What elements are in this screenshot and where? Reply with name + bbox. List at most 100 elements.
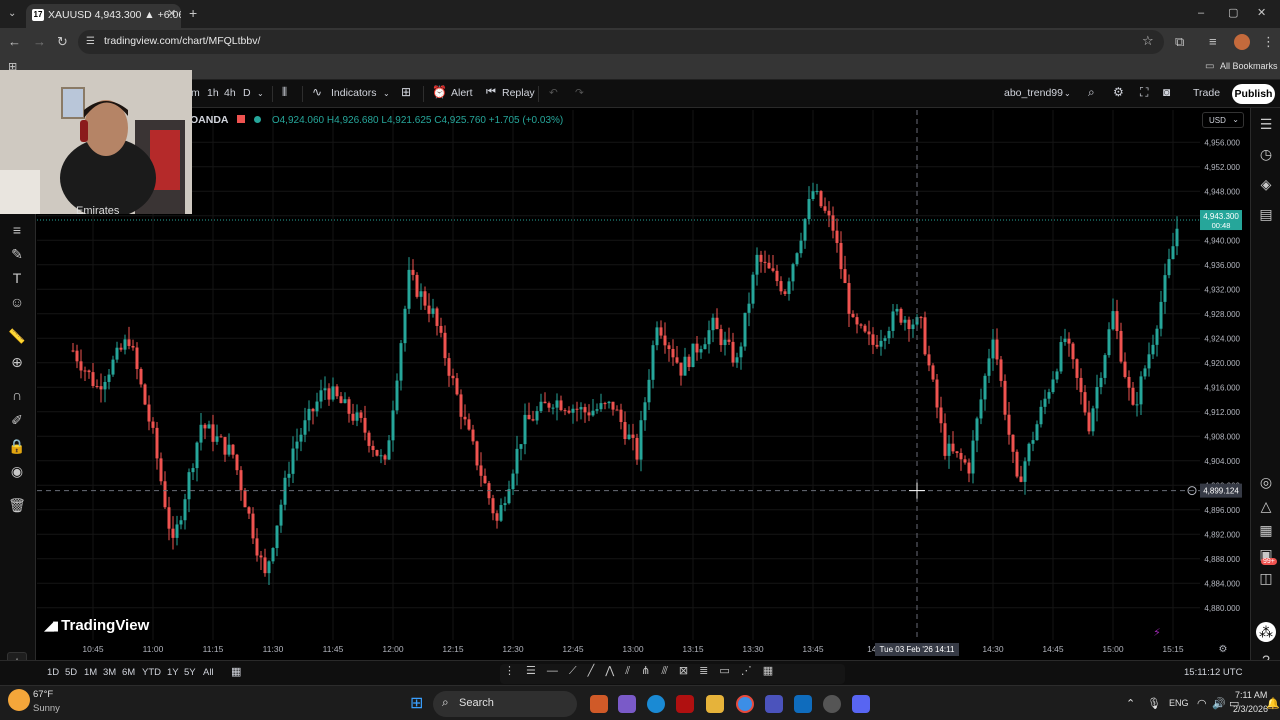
address-bar[interactable]: ☰ tradingview.com/chart/MFQLtbbv/ ☆	[78, 30, 1164, 54]
alerts-clock-icon[interactable]: ◷	[1256, 144, 1276, 164]
path-icon[interactable]: ⋰	[741, 665, 763, 677]
indicators-icon[interactable]: ∿	[312, 85, 322, 99]
news-icon[interactable]: ▦	[1256, 520, 1276, 540]
magnet-icon[interactable]: ∩	[7, 385, 27, 405]
trendline-icon[interactable]: ╱	[588, 665, 606, 677]
settings-gear-icon[interactable]: ⚙	[1113, 85, 1124, 99]
zoom-in-icon[interactable]: ⊕	[7, 352, 27, 372]
clock-date[interactable]: 2/3/2026	[1233, 704, 1268, 714]
currency-selector[interactable]: USD ⌄	[1202, 112, 1244, 128]
reload-icon[interactable]: ↻	[57, 35, 68, 49]
profile-avatar[interactable]	[1234, 34, 1250, 50]
target-icon[interactable]: ◎	[1256, 472, 1276, 492]
app-copilot-icon[interactable]	[618, 695, 636, 713]
fib-retracement-icon[interactable]: ≣	[699, 665, 719, 677]
layout-name[interactable]: abo_trend99	[1004, 87, 1063, 99]
stay-drawing-icon[interactable]: ✐	[7, 410, 27, 430]
pitchfork-icon[interactable]: ⋔	[641, 665, 661, 677]
fib-fan-icon[interactable]: ⟋	[569, 665, 588, 677]
utc-clock[interactable]: 15:11:12 UTC	[1184, 667, 1242, 678]
app-edge-icon[interactable]	[647, 695, 665, 713]
browser-menu-icon[interactable]: ⋮	[1262, 35, 1275, 49]
trash-icon[interactable]: 🗑	[7, 495, 27, 515]
watchlist-icon[interactable]: ☰	[1256, 114, 1276, 134]
horizontal-lines-icon[interactable]: ☰	[526, 665, 547, 677]
browser-tab[interactable]: 17 XAUUSD 4,943.300 ▲ +6.06% o	[26, 4, 181, 28]
range-all[interactable]: All	[203, 667, 214, 678]
windows-start-icon[interactable]: ⊞	[410, 695, 428, 713]
broker-name[interactable]: OANDA	[190, 114, 229, 126]
extensions-icon[interactable]: ⧉	[1175, 35, 1184, 49]
clock-time[interactable]: 7:11 AM	[1235, 690, 1267, 700]
text-tool-icon[interactable]: T	[7, 268, 27, 288]
app-adobe-icon[interactable]	[676, 695, 694, 713]
range-ytd[interactable]: YTD	[142, 667, 161, 678]
channel-icon[interactable]: ⫽	[625, 665, 641, 677]
all-bookmarks-link[interactable]: All Bookmarks	[1220, 61, 1278, 71]
redo-icon[interactable]: ↷	[575, 87, 584, 99]
eye-icon[interactable]: ◉	[7, 461, 27, 481]
horizontal-ray-icon[interactable]: —	[547, 665, 569, 677]
gann-box-icon[interactable]: ⊠	[679, 665, 699, 677]
candle-type-icon[interactable]: ⫴	[282, 85, 287, 100]
timeframe-m[interactable]: m	[191, 87, 200, 99]
language-indicator[interactable]: ENG	[1169, 698, 1189, 708]
symbol-legend[interactable]: OANDA O4,924.060 H4,926.680 L4,921.625 C…	[190, 114, 563, 126]
app-chrome-icon[interactable]	[736, 695, 754, 713]
app-teams-icon[interactable]	[765, 695, 783, 713]
camera-snapshot-icon[interactable]: ◙	[1163, 85, 1170, 99]
alert-clock-icon[interactable]: ⏰	[432, 85, 447, 99]
date-range-icon[interactable]: ▦	[231, 665, 241, 678]
pattern-icon[interactable]: ⋀	[605, 665, 625, 677]
layers-icon[interactable]: ◈	[1256, 174, 1276, 194]
back-icon[interactable]: ←	[8, 35, 21, 49]
range-1m[interactable]: 1M	[84, 667, 97, 678]
bookmark-star-icon[interactable]: ☆	[1142, 34, 1154, 48]
timeframe-dropdown-icon[interactable]: ⌄	[257, 89, 264, 98]
tab-search-icon[interactable]: ⌄	[8, 7, 16, 21]
app-store-icon[interactable]	[794, 695, 812, 713]
indicators-dropdown-icon[interactable]: ⌄	[383, 89, 390, 98]
lock-icon[interactable]: 🔒	[7, 436, 27, 456]
ruler-icon[interactable]: 📏	[7, 326, 27, 346]
emoji-icon[interactable]: ☺	[7, 292, 27, 312]
brush-icon[interactable]: ✎	[7, 244, 27, 264]
weather-desc[interactable]: Sunny	[33, 703, 60, 714]
alert-button[interactable]: Alert	[451, 87, 473, 99]
notifications-icon[interactable]: ◫	[1256, 568, 1276, 588]
wifi-icon[interactable]: ◠	[1197, 697, 1207, 710]
drag-handle-icon[interactable]: ⋮	[504, 665, 526, 677]
range-6m[interactable]: 6M	[122, 667, 135, 678]
publish-button[interactable]: Publish	[1232, 84, 1275, 104]
weather-temp[interactable]: 67°F	[33, 689, 53, 700]
rectangle-icon[interactable]: ▭	[719, 665, 740, 677]
range-3m[interactable]: 3M	[103, 667, 116, 678]
range-1y[interactable]: 1Y	[167, 667, 179, 678]
close-window-icon[interactable]: ✕	[1257, 6, 1266, 20]
fullscreen-icon[interactable]: ⛶	[1140, 85, 1148, 100]
minimize-icon[interactable]: –	[1198, 6, 1204, 20]
grid-tool-icon[interactable]: ▦	[763, 665, 784, 677]
timeframe-d[interactable]: D	[243, 87, 251, 99]
notification-bell-icon[interactable]: 🔔	[1266, 697, 1280, 710]
ideas-icon[interactable]: △	[1256, 496, 1276, 516]
replay-icon[interactable]: ⏮	[486, 86, 496, 99]
undo-icon[interactable]: ↶	[549, 87, 558, 99]
taskbar-search[interactable]: ⌕ Search	[433, 691, 577, 717]
maximize-icon[interactable]: ▢	[1228, 6, 1238, 20]
chat-icon[interactable]: ▤	[1256, 204, 1276, 224]
reading-list-icon[interactable]: ≡	[1209, 35, 1217, 49]
range-5d[interactable]: 5D	[65, 667, 77, 678]
app-discord-icon[interactable]	[852, 695, 870, 713]
layout-grid-icon[interactable]: ⊞	[401, 85, 411, 99]
app-brave-icon[interactable]	[590, 695, 608, 713]
parallel-channel-icon[interactable]: ⫻	[661, 665, 679, 677]
indicators-button[interactable]: Indicators	[331, 87, 377, 99]
app-settings-icon[interactable]	[823, 695, 841, 713]
trade-button[interactable]: Trade	[1193, 87, 1220, 99]
quick-search-icon[interactable]: ⌕	[1088, 85, 1095, 100]
range-5y[interactable]: 5Y	[184, 667, 196, 678]
tray-overflow-icon[interactable]: ⌃	[1126, 697, 1135, 710]
timeframe-4h[interactable]: 4h	[224, 87, 236, 99]
price-chart[interactable]: 4,956.0004,952.0004,948.0004,944.0004,94…	[0, 108, 1280, 660]
